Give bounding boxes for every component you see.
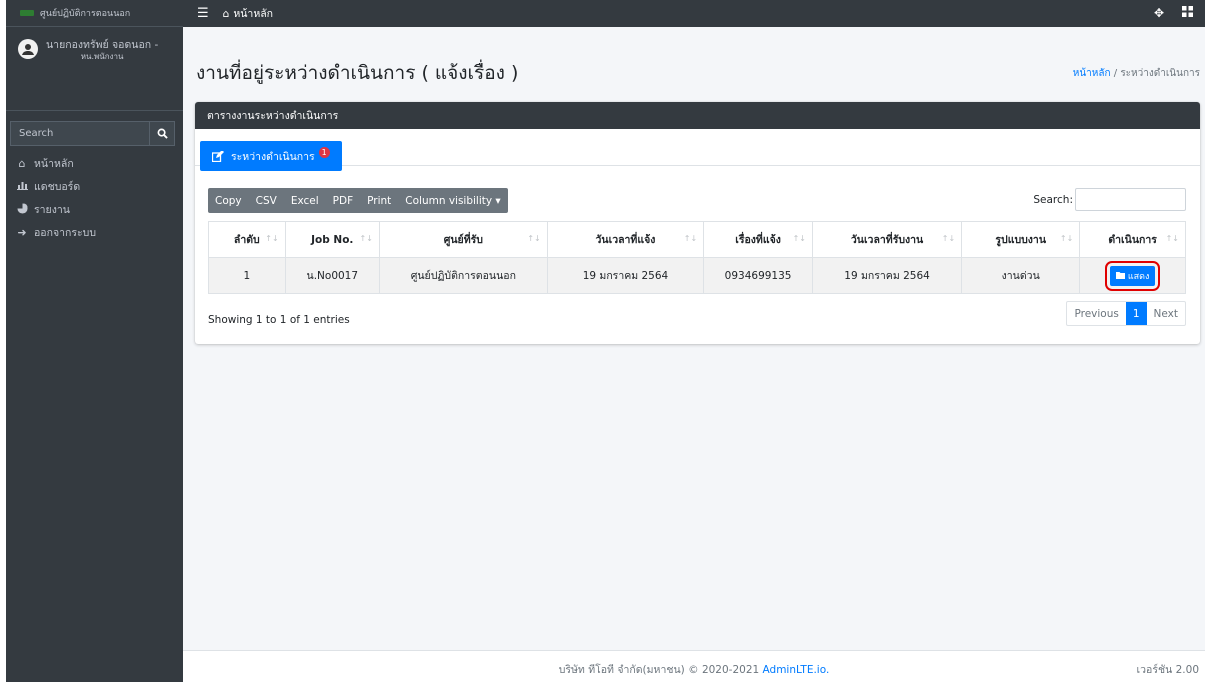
user-name: นายกองทรัพย์ จอดนอก - — [46, 39, 159, 51]
sidebar-item-reports[interactable]: รายงาน — [6, 198, 183, 221]
sidebar-search-input[interactable]: Search — [10, 121, 149, 146]
entries-info: Showing 1 to 1 of 1 entries — [208, 314, 350, 326]
pagination: Previous 1 Next — [1066, 301, 1186, 326]
breadcrumb-separator: / — [1113, 68, 1118, 79]
cell-accepted: 19 มกราคม 2564 — [811, 257, 963, 294]
sort-icon: ↑↓ — [527, 234, 541, 243]
sidebar-item-label: แดชบอร์ด — [34, 181, 81, 193]
content-header: งานที่อยู่ระหว่างดำเนินการ ( แจ้งเรื่อง … — [196, 58, 1204, 88]
page-1-button[interactable]: 1 — [1125, 302, 1147, 325]
cell-subject: 0934699135 — [703, 257, 813, 294]
cell-type: งานด่วน — [961, 257, 1081, 294]
table-search-input[interactable] — [1075, 188, 1186, 211]
user-panel[interactable]: นายกองทรัพย์ จอดนอก - หน.พนักงาน — [6, 27, 183, 111]
topbar: ☰ ⌂ หน้าหลัก ✥ — [183, 0, 1205, 27]
in-progress-card: ตารางงานระหว่างดำเนินการ ระหว่างดำเนินกา… — [195, 102, 1200, 344]
column-header[interactable]: ลำดับ ↑↓ — [208, 221, 286, 258]
sidebar-item-home[interactable]: ⌂ หน้าหลัก — [6, 152, 183, 175]
csv-button[interactable]: CSV — [249, 195, 284, 207]
table-search-label: Search: — [1033, 194, 1073, 206]
table-row: 1 น.No0017 ศูนย์ปฏิบัติการตอนนอก 19 มกรา… — [208, 257, 1186, 294]
cell-job-no: น.No0017 — [284, 257, 380, 294]
tab-in-progress[interactable]: ระหว่างดำเนินการ 1 — [200, 141, 342, 171]
search-icon — [157, 128, 168, 139]
breadcrumb: หน้าหลัก / ระหว่างดำเนินการ — [1073, 66, 1200, 81]
folder-icon — [1115, 272, 1125, 279]
cell-seq: 1 — [208, 257, 286, 294]
sort-icon: ↑↓ — [1165, 234, 1179, 243]
grid-icon[interactable] — [1182, 6, 1193, 20]
column-visibility-button[interactable]: Column visibility ▾ — [398, 195, 507, 207]
sidebar-item-label: ออกจากระบบ — [34, 227, 96, 239]
sort-icon: ↑↓ — [792, 234, 806, 243]
print-button[interactable]: Print — [360, 195, 398, 207]
sidebar-item-label: รายงาน — [34, 204, 70, 216]
sort-icon: ↑↓ — [359, 234, 373, 243]
home-icon: ⌂ — [18, 157, 26, 170]
sort-icon: ↑↓ — [1059, 234, 1074, 243]
sidebar-item-logout[interactable]: ➜ ออกจากระบบ — [6, 221, 183, 244]
sidebar-search-button[interactable] — [149, 121, 175, 146]
pie-chart-icon — [14, 202, 30, 217]
topbar-actions: ✥ — [1154, 6, 1193, 20]
footer-copyright: บริษัท ทีโอที จำกัด(มหาชน) © 2020-2021 A… — [558, 664, 830, 676]
footer-version: เวอร์ชัน 2.00 — [1136, 664, 1199, 676]
chart-icon — [14, 180, 30, 193]
home-icon: ⌂ — [222, 7, 230, 20]
sign-out-icon: ➜ — [17, 226, 27, 239]
tab-row — [195, 129, 1200, 166]
hamburger-menu-icon[interactable]: ☰ — [197, 6, 209, 21]
sidebar-search: Search — [10, 121, 175, 146]
export-buttons: Copy CSV Excel PDF Print Column visibili… — [208, 188, 508, 213]
table-header-row: ลำดับ ↑↓ Job No. ↑↓ ศูนย์ที่รับ ↑↓ วันเวลาท… — [208, 221, 1186, 258]
column-header[interactable]: Job No. ↑↓ — [284, 221, 380, 258]
jobs-table: ลำดับ ↑↓ Job No. ↑↓ ศูนย์ที่รับ ↑↓ วันเวลาท… — [208, 221, 1186, 294]
topbar-home-label: หน้าหลัก — [233, 8, 274, 20]
sort-icon: ↑↓ — [683, 234, 698, 243]
edit-icon — [212, 150, 224, 162]
show-button-label: แสดง — [1127, 271, 1150, 282]
column-header[interactable]: ศูนย์ที่รับ ↑↓ — [378, 221, 548, 258]
tab-count-badge: 1 — [318, 146, 330, 158]
sidebar: ศูนย์ปฏิบัติการตอนนอก นายกองทรัพย์ จอดนอ… — [6, 0, 183, 682]
column-header[interactable]: วันเวลาที่แจ้ง ↑↓ — [546, 221, 705, 258]
column-header[interactable]: วันเวลาที่รับงาน ↑↓ — [811, 221, 963, 258]
pdf-button[interactable]: PDF — [326, 195, 360, 207]
column-header[interactable]: รูปแบบงาน ↑↓ — [961, 221, 1081, 258]
cell-action: แสดง — [1079, 257, 1186, 294]
sort-icon: ↑↓ — [265, 234, 279, 243]
column-header[interactable]: เรื่องที่แจ้ง ↑↓ — [703, 221, 813, 258]
column-header[interactable]: ดำเนินการ ↑↓ — [1079, 221, 1186, 258]
brand-title: ศูนย์ปฏิบัติการตอนนอก — [40, 9, 131, 19]
sidebar-item-dashboard[interactable]: แดชบอร์ด — [6, 175, 183, 198]
cell-reported: 19 มกราคม 2564 — [546, 257, 705, 294]
copy-button[interactable]: Copy — [208, 195, 249, 207]
sidebar-item-label: หน้าหลัก — [34, 158, 74, 170]
show-button[interactable]: แสดง — [1104, 260, 1161, 291]
user-role: หน.พนักงาน — [80, 52, 124, 61]
sort-icon: ↑↓ — [941, 234, 956, 243]
topbar-home-link[interactable]: ⌂ หน้าหลัก — [223, 5, 273, 22]
footer: บริษัท ทีโอที จำกัด(มหาชน) © 2020-2021 A… — [183, 650, 1205, 682]
avatar — [18, 39, 38, 59]
sidebar-nav: ⌂ หน้าหลัก แดชบอร์ด รายงาน ➜ ออกจากระบบ — [6, 152, 183, 244]
previous-page-button[interactable]: Previous — [1067, 302, 1125, 325]
fullscreen-icon[interactable]: ✥ — [1154, 6, 1164, 20]
page-title: งานที่อยู่ระหว่างดำเนินการ ( แจ้งเรื่อง … — [196, 62, 519, 84]
user-avatar-icon — [22, 44, 34, 55]
breadcrumb-current: ระหว่างดำเนินการ — [1120, 68, 1200, 79]
footer-brand-link[interactable]: AdminLTE.io. — [763, 664, 830, 676]
next-page-button[interactable]: Next — [1147, 302, 1185, 325]
excel-button[interactable]: Excel — [284, 195, 326, 207]
brand-logo-icon — [20, 10, 34, 16]
brand[interactable]: ศูนย์ปฏิบัติการตอนนอก — [6, 0, 183, 27]
breadcrumb-home[interactable]: หน้าหลัก — [1073, 68, 1111, 79]
tab-label: ระหว่างดำเนินการ — [231, 150, 315, 163]
card-header: ตารางงานระหว่างดำเนินการ — [195, 102, 1200, 129]
cell-center: ศูนย์ปฏิบัติการตอนนอก — [378, 257, 548, 294]
